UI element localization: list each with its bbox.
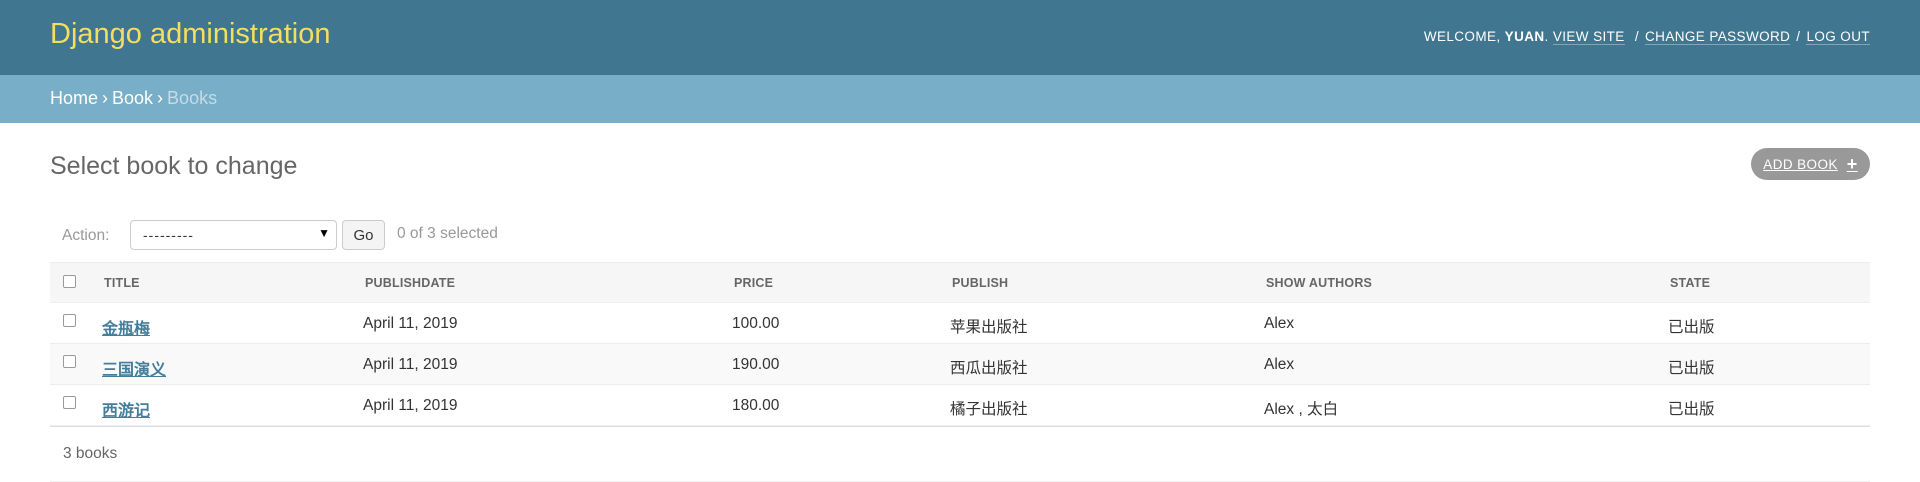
breadcrumb-app[interactable]: Book <box>112 88 153 108</box>
action-select-value: --------- <box>143 227 194 243</box>
table-row: 三国演义 April 11, 2019 190.00 西瓜出版社 Alex 已出… <box>50 344 1870 385</box>
cell-state: 已出版 <box>1668 401 1715 418</box>
cell-authors: Alex <box>1264 356 1295 373</box>
action-select[interactable]: --------- ▼ <box>130 220 337 250</box>
breadcrumb-current: Books <box>167 88 218 108</box>
cell-price: 190.00 <box>732 356 780 373</box>
site-brand[interactable]: Django administration <box>50 18 330 51</box>
cell-price: 180.00 <box>732 397 780 414</box>
username-suffix: . <box>1544 29 1549 44</box>
chevron-down-icon: ▼ <box>318 226 330 240</box>
separator: / <box>1796 29 1801 44</box>
column-header-publishdate[interactable]: PUBLISHDATE <box>365 276 455 290</box>
view-site-link[interactable]: VIEW SITE <box>1552 29 1625 45</box>
table-divider <box>50 426 1870 427</box>
cell-price: 100.00 <box>732 315 780 332</box>
user-tools: WELCOME, YUAN. VIEW SITE / CHANGE PASSWOR… <box>1423 29 1870 45</box>
cell-authors: Alex , 太白 <box>1264 401 1339 418</box>
results-table: TITLE PUBLISHDATE PRICE PUBLISH SHOW AUT… <box>50 262 1870 427</box>
breadcrumb-home[interactable]: Home <box>50 88 98 108</box>
header: Django administration WELCOME, YUAN. VIE… <box>0 0 1920 75</box>
row-checkbox[interactable] <box>63 355 76 368</box>
cell-publish: 西瓜出版社 <box>950 360 1028 377</box>
table-row: 金瓶梅 April 11, 2019 100.00 苹果出版社 Alex 已出版 <box>50 303 1870 344</box>
cell-state: 已出版 <box>1668 319 1715 336</box>
result-count: 3 books <box>63 445 118 462</box>
column-header-state[interactable]: STATE <box>1670 276 1710 290</box>
actions-bar: Action: --------- ▼ Go 0 of 3 selected <box>50 218 1870 260</box>
column-header-title[interactable]: TITLE <box>104 276 140 290</box>
username: YUAN <box>1504 29 1545 44</box>
add-book-label: ADD BOOK <box>1763 156 1838 172</box>
cell-publishdate: April 11, 2019 <box>363 397 458 414</box>
row-checkbox[interactable] <box>63 314 76 327</box>
column-header-show-authors: SHOW AUTHORS <box>1266 276 1373 290</box>
book-title-link[interactable]: 三国演义 <box>102 356 166 380</box>
cell-publishdate: April 11, 2019 <box>363 315 458 332</box>
welcome-text: WELCOME, <box>1423 29 1505 44</box>
select-all-checkbox[interactable] <box>63 275 76 288</box>
table-row: 西游记 April 11, 2019 180.00 橘子出版社 Alex , 太… <box>50 385 1870 426</box>
action-label: Action: <box>62 227 110 244</box>
book-title-link[interactable]: 西游记 <box>102 397 150 421</box>
cell-publish: 橘子出版社 <box>950 401 1028 418</box>
plus-icon: + <box>1846 154 1858 174</box>
change-password-link[interactable]: CHANGE PASSWORD <box>1645 29 1791 45</box>
row-checkbox[interactable] <box>63 396 76 409</box>
cell-publish: 苹果出版社 <box>950 319 1028 336</box>
breadcrumb-separator: › <box>102 88 109 108</box>
go-button[interactable]: Go <box>342 220 385 250</box>
book-title-link[interactable]: 金瓶梅 <box>102 315 150 339</box>
table-header: TITLE PUBLISHDATE PRICE PUBLISH SHOW AUT… <box>50 262 1870 303</box>
cell-authors: Alex <box>1264 315 1295 332</box>
selection-counter: 0 of 3 selected <box>397 225 498 242</box>
cell-publishdate: April 11, 2019 <box>363 356 458 373</box>
breadcrumb: Home › Book › Books <box>0 75 1920 123</box>
add-book-button[interactable]: ADD BOOK + <box>1751 148 1870 180</box>
paginator: 3 books <box>50 428 1870 482</box>
separator: / <box>1634 29 1640 44</box>
page-title: Select book to change <box>50 152 298 180</box>
breadcrumb-separator: › <box>157 88 164 108</box>
column-header-publish[interactable]: PUBLISH <box>952 276 1008 290</box>
cell-state: 已出版 <box>1668 360 1715 377</box>
column-header-price[interactable]: PRICE <box>734 276 773 290</box>
log-out-link[interactable]: LOG OUT <box>1806 29 1870 45</box>
